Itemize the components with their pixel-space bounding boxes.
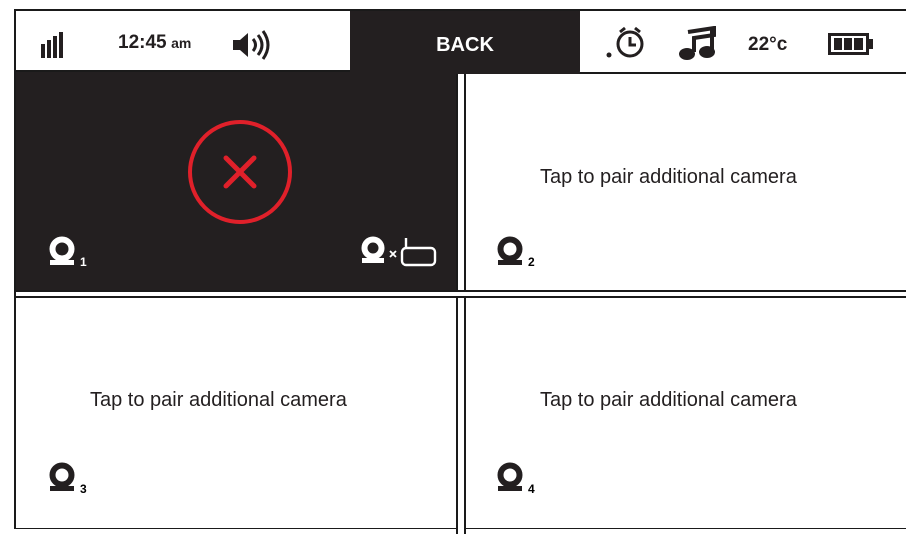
volume-icon[interactable] bbox=[231, 30, 273, 60]
camera-icon bbox=[49, 236, 75, 265]
camera-number: 4 bbox=[528, 482, 535, 496]
grid-divider-horizontal bbox=[16, 290, 906, 298]
pair-camera-prompt[interactable]: Tap to pair additional camera bbox=[540, 166, 797, 189]
camera-icon bbox=[497, 462, 523, 491]
pair-camera-prompt[interactable]: Tap to pair additional camera bbox=[90, 389, 347, 412]
signal-icon bbox=[41, 32, 63, 58]
camera-unlinked-icon bbox=[361, 236, 437, 267]
camera-number: 1 bbox=[80, 255, 87, 269]
camera-number: 2 bbox=[528, 255, 535, 269]
temperature: 22°c bbox=[748, 34, 788, 55]
disconnected-icon bbox=[188, 120, 292, 224]
pair-camera-prompt[interactable]: Tap to pair additional camera bbox=[540, 389, 797, 412]
battery-icon bbox=[828, 33, 873, 55]
camera-icon bbox=[497, 236, 523, 265]
clock: 12:45 am bbox=[118, 32, 191, 54]
time-text: 12:45 bbox=[118, 32, 167, 53]
camera-icon bbox=[49, 462, 75, 491]
alarm-clock-icon[interactable] bbox=[606, 26, 648, 60]
grid-divider-vertical bbox=[456, 74, 466, 534]
time-period: am bbox=[171, 35, 192, 51]
music-icon[interactable] bbox=[678, 26, 718, 62]
camera-number: 3 bbox=[80, 482, 87, 496]
